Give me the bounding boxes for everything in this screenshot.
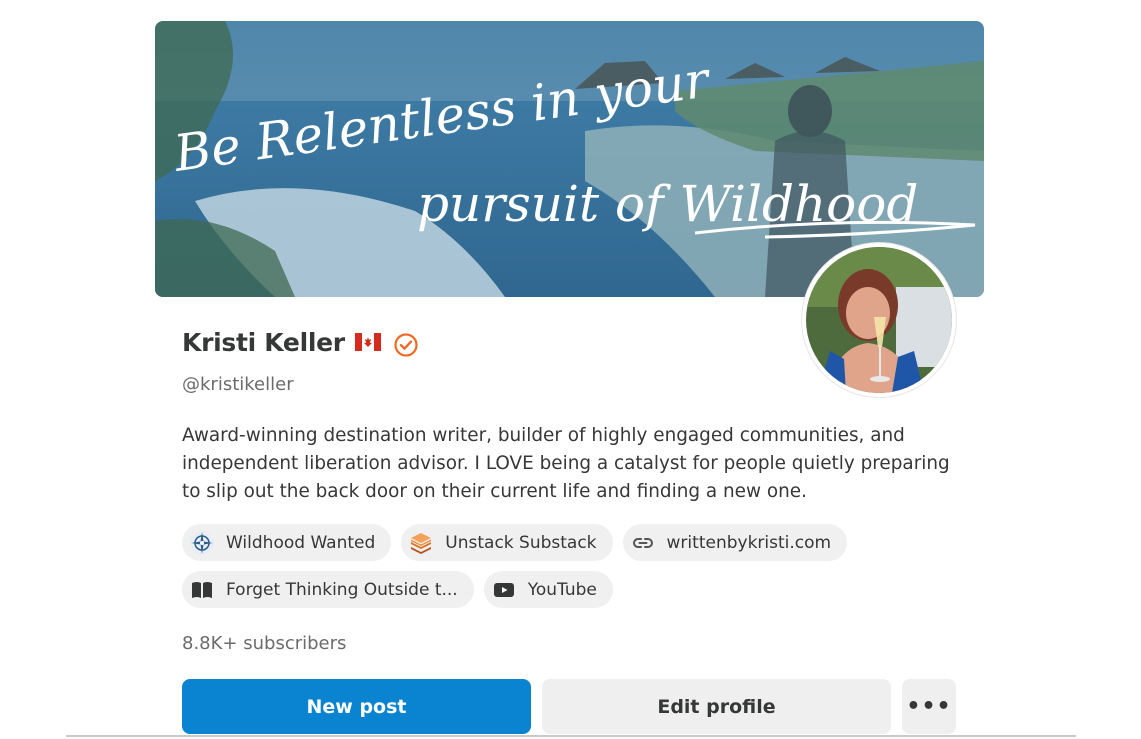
profile-links: Wildhood Wanted Unstack Substack written… xyxy=(182,524,962,618)
link-chip-wildhood-wanted[interactable]: Wildhood Wanted xyxy=(182,524,392,561)
link-label: Wildhood Wanted xyxy=(226,532,376,553)
link-chip-website[interactable]: writtenbykristi.com xyxy=(622,524,848,561)
more-options-button[interactable]: ••• xyxy=(902,679,956,734)
youtube-icon xyxy=(490,576,518,604)
profile-handle: @kristikeller xyxy=(182,374,294,395)
link-icon xyxy=(629,529,657,557)
profile-name-row: Kristi Keller xyxy=(182,324,419,360)
link-chip-forget-thinking[interactable]: Forget Thinking Outside t... xyxy=(182,571,474,608)
link-label: Unstack Substack xyxy=(445,532,597,553)
banner-text-line2: pursuit of Wildhood xyxy=(417,175,918,233)
link-label: writtenbykristi.com xyxy=(666,532,832,553)
substack-stack-icon xyxy=(407,529,435,557)
avatar[interactable] xyxy=(802,243,956,397)
book-icon xyxy=(188,576,216,604)
canada-flag-icon xyxy=(354,333,381,351)
new-post-button[interactable]: New post xyxy=(182,679,531,734)
link-label: YouTube xyxy=(527,579,597,600)
link-label: Forget Thinking Outside t... xyxy=(226,579,458,600)
link-chip-youtube[interactable]: YouTube xyxy=(483,571,613,608)
subscriber-count: 8.8K+ subscribers xyxy=(182,633,347,654)
edit-profile-button[interactable]: Edit profile xyxy=(542,679,891,734)
profile-name: Kristi Keller xyxy=(182,327,345,357)
verified-check-icon[interactable] xyxy=(393,332,419,358)
divider xyxy=(66,735,1076,737)
link-chip-unstack-substack[interactable]: Unstack Substack xyxy=(401,524,613,561)
compass-logo-icon xyxy=(188,529,216,557)
avatar-photo xyxy=(806,247,952,393)
profile-bio: Award-winning destination writer, builde… xyxy=(182,425,950,502)
